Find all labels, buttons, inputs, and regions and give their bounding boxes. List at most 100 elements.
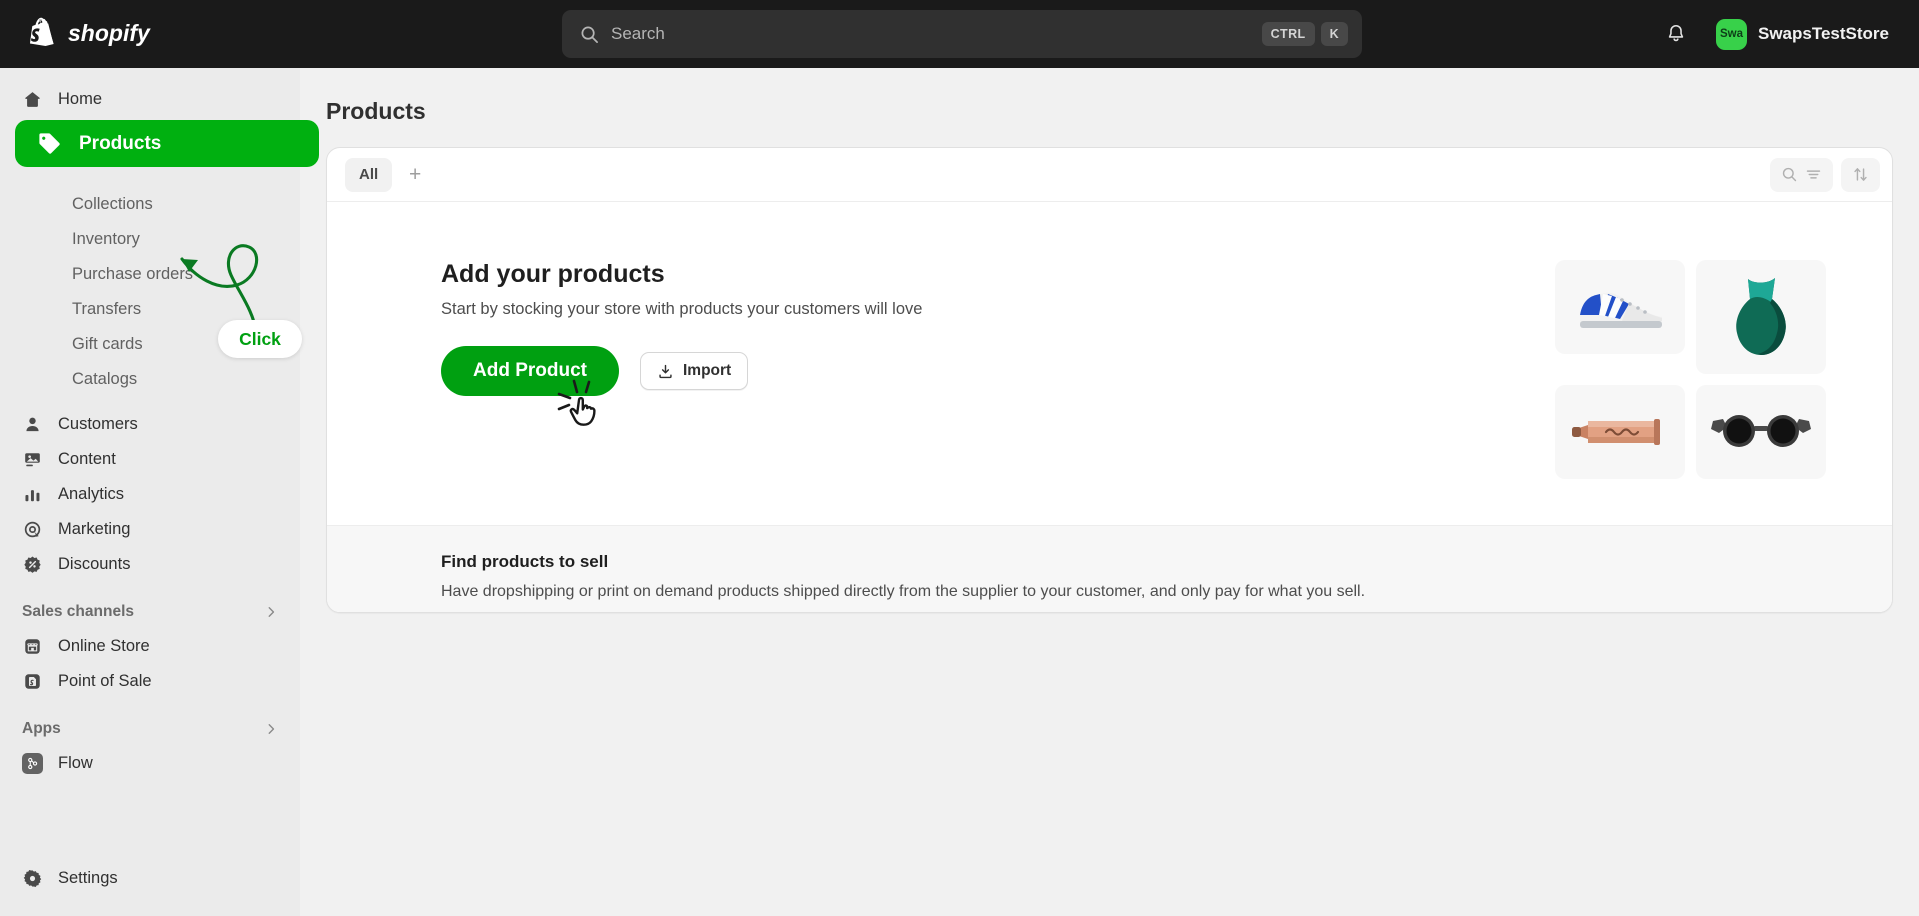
sidebar-subitem-label: Gift cards bbox=[72, 335, 143, 354]
sidebar-item-label: Flow bbox=[58, 754, 93, 773]
store-name: SwapsTestStore bbox=[1758, 24, 1889, 44]
sort-icon bbox=[1852, 166, 1869, 183]
store-menu-button[interactable]: Swa SwapsTestStore bbox=[1711, 14, 1899, 55]
avatar: Swa bbox=[1716, 19, 1747, 50]
sidebar-item-online-store[interactable]: Online Store bbox=[12, 629, 288, 663]
top-bar: shopify Search CTRL K Swa SwapsTestStore bbox=[0, 0, 1919, 68]
chevron-right-icon bbox=[264, 605, 278, 619]
tab-all-label: All bbox=[359, 166, 378, 183]
empty-state-text: Add your products Start by stocking your… bbox=[373, 260, 1555, 479]
sidebar-item-settings[interactable]: Settings bbox=[12, 861, 288, 895]
import-button[interactable]: Import bbox=[640, 352, 748, 390]
empty-state-heading: Add your products bbox=[441, 260, 1555, 289]
sidebar-item-content[interactable]: Content bbox=[12, 442, 288, 476]
notifications-button[interactable] bbox=[1659, 17, 1693, 51]
sidebar-item-analytics[interactable]: Analytics bbox=[12, 477, 288, 511]
sidebar-item-label: Point of Sale bbox=[58, 672, 152, 691]
search-icon bbox=[1781, 166, 1798, 183]
page-title: Products bbox=[326, 98, 1893, 125]
add-product-button[interactable]: Add Product bbox=[441, 346, 619, 396]
sidebar-section-sales-channels[interactable]: Sales channels bbox=[12, 595, 288, 629]
gear-icon bbox=[22, 869, 42, 888]
content-icon bbox=[22, 450, 42, 469]
search-placeholder: Search bbox=[611, 24, 1256, 44]
sidebar-item-point-of-sale[interactable]: Point of Sale bbox=[12, 664, 288, 698]
thumbnail-vase bbox=[1696, 260, 1826, 374]
pos-icon bbox=[22, 672, 42, 691]
sunglasses-illustration bbox=[1709, 411, 1813, 453]
vase-illustration bbox=[1730, 275, 1792, 359]
sidebar-item-collections[interactable]: Collections bbox=[12, 187, 288, 221]
filter-icon bbox=[1805, 166, 1822, 183]
sidebar-item-marketing[interactable]: Marketing bbox=[12, 512, 288, 546]
sidebar-subitem-label: Inventory bbox=[72, 230, 140, 249]
tab-all[interactable]: All bbox=[345, 158, 392, 192]
discount-icon bbox=[22, 555, 42, 574]
sidebar-subitem-label: Catalogs bbox=[72, 370, 137, 389]
card-toolbar: All + bbox=[327, 148, 1892, 202]
section-label: Apps bbox=[22, 720, 61, 738]
analytics-icon bbox=[22, 485, 42, 504]
thumbnail-tube bbox=[1555, 385, 1685, 479]
sidebar-item-flow[interactable]: Flow bbox=[12, 746, 288, 780]
thumbnail-sunglasses bbox=[1696, 385, 1826, 479]
home-icon bbox=[22, 90, 42, 109]
products-card: All + bbox=[326, 147, 1893, 613]
sidebar-item-label: Settings bbox=[58, 869, 118, 888]
tag-icon bbox=[37, 131, 62, 156]
sidebar-item-label: Customers bbox=[58, 415, 138, 434]
product-illustrations bbox=[1555, 260, 1826, 479]
sidebar-item-label: Content bbox=[58, 450, 116, 469]
sidebar: Home Orders Products Collections Invento… bbox=[0, 68, 300, 916]
shopify-logo[interactable]: shopify bbox=[0, 17, 176, 51]
account-zone: Swa SwapsTestStore bbox=[1659, 14, 1899, 55]
sidebar-settings-row: Settings bbox=[12, 861, 288, 896]
product-sourcing-section: Find products to sell Have dropshipping … bbox=[327, 525, 1892, 613]
store-icon bbox=[22, 637, 42, 656]
svg-text:shopify: shopify bbox=[68, 21, 151, 46]
import-button-label: Import bbox=[683, 362, 731, 380]
add-tab-button[interactable]: + bbox=[398, 158, 432, 192]
sidebar-item-catalogs[interactable]: Catalogs bbox=[12, 362, 288, 396]
products-highlight-annotation[interactable]: Products bbox=[15, 120, 319, 167]
search-input[interactable]: Search CTRL K bbox=[562, 10, 1362, 58]
thumbnail-sneaker bbox=[1555, 260, 1685, 354]
shortcut-k: K bbox=[1321, 22, 1348, 46]
person-icon bbox=[22, 415, 42, 434]
app-shell: Home Orders Products Collections Invento… bbox=[0, 68, 1919, 916]
shopify-bag-icon bbox=[26, 17, 57, 51]
sidebar-item-label: Home bbox=[58, 90, 102, 109]
search-icon bbox=[580, 25, 599, 44]
sidebar-item-purchase-orders[interactable]: Purchase orders bbox=[12, 257, 288, 291]
shortcut-ctrl: CTRL bbox=[1262, 22, 1315, 46]
empty-state-subtext: Start by stocking your store with produc… bbox=[441, 300, 1555, 319]
sidebar-subitem-label: Collections bbox=[72, 195, 153, 214]
flow-icon bbox=[22, 753, 42, 774]
sidebar-section-apps[interactable]: Apps bbox=[12, 712, 288, 746]
products-highlight-label: Products bbox=[79, 133, 161, 155]
click-annotation-label: Click bbox=[239, 329, 281, 350]
sidebar-item-home[interactable]: Home bbox=[12, 82, 288, 116]
sidebar-item-label: Online Store bbox=[58, 637, 150, 656]
empty-state-actions: Add Product Import bbox=[441, 346, 1555, 396]
sidebar-item-discounts[interactable]: Discounts bbox=[12, 547, 288, 581]
sort-button[interactable] bbox=[1841, 158, 1880, 192]
search-and-filter-button[interactable] bbox=[1770, 158, 1833, 192]
sourcing-heading: Find products to sell bbox=[373, 552, 1846, 572]
sidebar-item-label: Marketing bbox=[58, 520, 130, 539]
section-label: Sales channels bbox=[22, 603, 134, 621]
shopify-wordmark: shopify bbox=[68, 21, 176, 47]
sneaker-illustration bbox=[1572, 281, 1668, 333]
sidebar-item-customers[interactable]: Customers bbox=[12, 407, 288, 441]
download-icon bbox=[657, 363, 674, 380]
sidebar-subitem-label: Transfers bbox=[72, 300, 141, 319]
sidebar-item-label: Discounts bbox=[58, 555, 130, 574]
sidebar-item-inventory[interactable]: Inventory bbox=[12, 222, 288, 256]
main-content: Products All + bbox=[300, 68, 1919, 916]
click-annotation-bubble: Click bbox=[218, 320, 302, 358]
chevron-right-icon bbox=[264, 722, 278, 736]
add-tab-label: + bbox=[409, 163, 421, 187]
sidebar-subitem-label: Purchase orders bbox=[72, 265, 193, 284]
empty-state: Add your products Start by stocking your… bbox=[327, 202, 1892, 479]
search-bar[interactable]: Search CTRL K bbox=[562, 10, 1362, 58]
